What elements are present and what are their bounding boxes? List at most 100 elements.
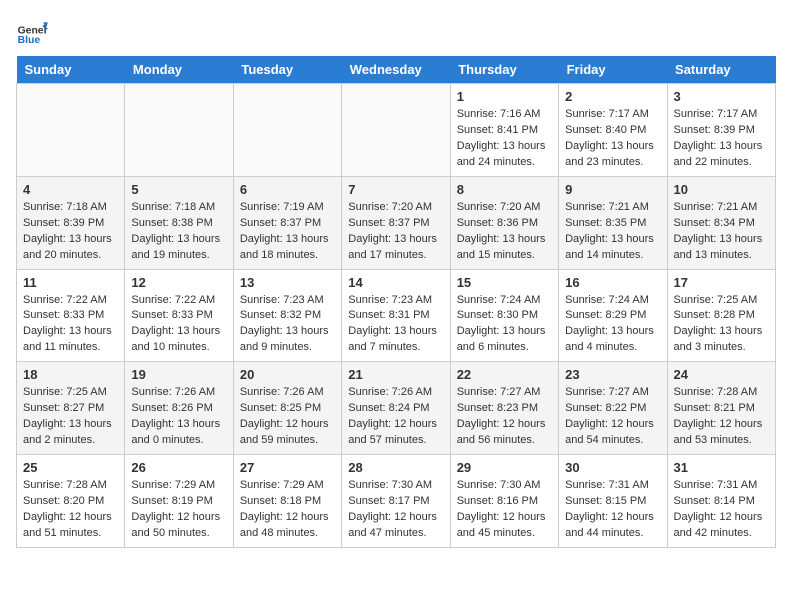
calendar-day-cell: 13Sunrise: 7:23 AM Sunset: 8:32 PM Dayli… <box>233 269 341 362</box>
calendar-day-cell: 24 Sunrise: 7:28 AM Sunset: 8:21 PM Dayli… <box>667 362 775 455</box>
svg-text:Blue: Blue <box>18 35 41 46</box>
day-number: 6 <box>240 182 335 197</box>
calendar-day-cell: 1Sunrise: 7:16 AM Sunset: 8:41 PM Daylig… <box>450 84 558 177</box>
day-info: Sunrise: 7:17 AM Sunset: 8:40 PM Dayligh… <box>565 107 660 171</box>
calendar-day-cell: 8 Sunrise: 7:20 AM Sunset: 8:36 PM Daylig… <box>450 176 558 269</box>
calendar-day-cell: 19 Sunrise: 7:26 AM Sunset: 8:26 PM Dayli… <box>125 362 233 455</box>
day-info: Sunrise: 7:28 AM Sunset: 8:20 PM Dayligh… <box>23 478 118 542</box>
day-info: Sunrise: 7:26 AM Sunset: 8:24 PM Dayligh… <box>348 385 443 449</box>
day-info: Sunrise: 7:17 AM Sunset: 8:39 PM Dayligh… <box>674 107 769 171</box>
day-number: 26 <box>131 460 226 475</box>
day-number: 2 <box>565 89 660 104</box>
day-number: 5 <box>131 182 226 197</box>
day-info: Sunrise: 7:25 AM Sunset: 8:28 PM Dayligh… <box>674 293 769 357</box>
day-info: Sunrise: 7:31 AM Sunset: 8:15 PM Dayligh… <box>565 478 660 542</box>
day-number: 28 <box>348 460 443 475</box>
column-header-friday: Friday <box>559 56 667 84</box>
day-number: 7 <box>348 182 443 197</box>
day-info: Sunrise: 7:18 AM Sunset: 8:38 PM Dayligh… <box>131 200 226 264</box>
page-header: General Blue <box>16 16 776 48</box>
day-info: Sunrise: 7:19 AM Sunset: 8:37 PM Dayligh… <box>240 200 335 264</box>
calendar-day-cell <box>125 84 233 177</box>
calendar-day-cell: 11 Sunrise: 7:22 AM Sunset: 8:33 PM Dayli… <box>17 269 125 362</box>
day-number: 21 <box>348 367 443 382</box>
calendar-day-cell: 2 Sunrise: 7:17 AM Sunset: 8:40 PM Daylig… <box>559 84 667 177</box>
day-number: 18 <box>23 367 118 382</box>
calendar-day-cell <box>233 84 341 177</box>
calendar-day-cell: 29 Sunrise: 7:30 AM Sunset: 8:16 PM Dayli… <box>450 455 558 548</box>
day-info: Sunrise: 7:27 AM Sunset: 8:22 PM Dayligh… <box>565 385 660 449</box>
calendar-day-cell: 30 Sunrise: 7:31 AM Sunset: 8:15 PM Dayli… <box>559 455 667 548</box>
day-number: 29 <box>457 460 552 475</box>
day-number: 24 <box>674 367 769 382</box>
day-info: Sunrise: 7:20 AM Sunset: 8:37 PM Dayligh… <box>348 200 443 264</box>
calendar-day-cell: 26 Sunrise: 7:29 AM Sunset: 8:19 PM Dayli… <box>125 455 233 548</box>
calendar-day-cell: 4Sunrise: 7:18 AM Sunset: 8:39 PM Daylig… <box>17 176 125 269</box>
calendar-day-cell: 9Sunrise: 7:21 AM Sunset: 8:35 PM Daylig… <box>559 176 667 269</box>
calendar-day-cell <box>17 84 125 177</box>
day-info: Sunrise: 7:18 AM Sunset: 8:39 PM Dayligh… <box>23 200 118 264</box>
day-number: 27 <box>240 460 335 475</box>
day-number: 20 <box>240 367 335 382</box>
calendar-header-row: SundayMondayTuesdayWednesdayThursdayFrid… <box>17 56 776 84</box>
column-header-monday: Monday <box>125 56 233 84</box>
day-number: 17 <box>674 275 769 290</box>
logo: General Blue <box>16 16 52 48</box>
calendar-day-cell: 22 Sunrise: 7:27 AM Sunset: 8:23 PM Dayli… <box>450 362 558 455</box>
column-header-saturday: Saturday <box>667 56 775 84</box>
day-info: Sunrise: 7:20 AM Sunset: 8:36 PM Dayligh… <box>457 200 552 264</box>
calendar-week-row: 18Sunrise: 7:25 AM Sunset: 8:27 PM Dayli… <box>17 362 776 455</box>
calendar-day-cell: 6 Sunrise: 7:19 AM Sunset: 8:37 PM Daylig… <box>233 176 341 269</box>
day-number: 1 <box>457 89 552 104</box>
day-number: 15 <box>457 275 552 290</box>
day-number: 22 <box>457 367 552 382</box>
column-header-sunday: Sunday <box>17 56 125 84</box>
day-info: Sunrise: 7:29 AM Sunset: 8:18 PM Dayligh… <box>240 478 335 542</box>
day-number: 14 <box>348 275 443 290</box>
day-info: Sunrise: 7:23 AM Sunset: 8:32 PM Dayligh… <box>240 293 335 357</box>
day-number: 16 <box>565 275 660 290</box>
day-info: Sunrise: 7:29 AM Sunset: 8:19 PM Dayligh… <box>131 478 226 542</box>
calendar-day-cell: 31Sunrise: 7:31 AM Sunset: 8:14 PM Dayli… <box>667 455 775 548</box>
calendar-day-cell: 27 Sunrise: 7:29 AM Sunset: 8:18 PM Dayli… <box>233 455 341 548</box>
column-header-tuesday: Tuesday <box>233 56 341 84</box>
calendar-week-row: 25 Sunrise: 7:28 AM Sunset: 8:20 PM Dayli… <box>17 455 776 548</box>
calendar-day-cell: 7 Sunrise: 7:20 AM Sunset: 8:37 PM Daylig… <box>342 176 450 269</box>
day-info: Sunrise: 7:30 AM Sunset: 8:16 PM Dayligh… <box>457 478 552 542</box>
day-number: 11 <box>23 275 118 290</box>
day-number: 8 <box>457 182 552 197</box>
day-info: Sunrise: 7:26 AM Sunset: 8:26 PM Dayligh… <box>131 385 226 449</box>
day-number: 9 <box>565 182 660 197</box>
calendar-day-cell: 3 Sunrise: 7:17 AM Sunset: 8:39 PM Daylig… <box>667 84 775 177</box>
calendar-day-cell: 5 Sunrise: 7:18 AM Sunset: 8:38 PM Daylig… <box>125 176 233 269</box>
calendar-day-cell: 21 Sunrise: 7:26 AM Sunset: 8:24 PM Dayli… <box>342 362 450 455</box>
calendar-week-row: 4Sunrise: 7:18 AM Sunset: 8:39 PM Daylig… <box>17 176 776 269</box>
day-info: Sunrise: 7:22 AM Sunset: 8:33 PM Dayligh… <box>23 293 118 357</box>
logo-icon: General Blue <box>16 16 48 48</box>
calendar-table: SundayMondayTuesdayWednesdayThursdayFrid… <box>16 56 776 548</box>
day-number: 23 <box>565 367 660 382</box>
day-number: 19 <box>131 367 226 382</box>
day-number: 3 <box>674 89 769 104</box>
calendar-day-cell: 15 Sunrise: 7:24 AM Sunset: 8:30 PM Dayli… <box>450 269 558 362</box>
calendar-day-cell: 23 Sunrise: 7:27 AM Sunset: 8:22 PM Dayli… <box>559 362 667 455</box>
day-info: Sunrise: 7:21 AM Sunset: 8:34 PM Dayligh… <box>674 200 769 264</box>
day-info: Sunrise: 7:27 AM Sunset: 8:23 PM Dayligh… <box>457 385 552 449</box>
calendar-week-row: 1Sunrise: 7:16 AM Sunset: 8:41 PM Daylig… <box>17 84 776 177</box>
calendar-day-cell: 12Sunrise: 7:22 AM Sunset: 8:33 PM Dayli… <box>125 269 233 362</box>
calendar-day-cell: 10 Sunrise: 7:21 AM Sunset: 8:34 PM Dayli… <box>667 176 775 269</box>
day-info: Sunrise: 7:24 AM Sunset: 8:30 PM Dayligh… <box>457 293 552 357</box>
day-number: 10 <box>674 182 769 197</box>
calendar-day-cell: 28 Sunrise: 7:30 AM Sunset: 8:17 PM Dayli… <box>342 455 450 548</box>
calendar-day-cell: 20 Sunrise: 7:26 AM Sunset: 8:25 PM Dayli… <box>233 362 341 455</box>
day-info: Sunrise: 7:30 AM Sunset: 8:17 PM Dayligh… <box>348 478 443 542</box>
day-info: Sunrise: 7:24 AM Sunset: 8:29 PM Dayligh… <box>565 293 660 357</box>
calendar-day-cell: 17 Sunrise: 7:25 AM Sunset: 8:28 PM Dayli… <box>667 269 775 362</box>
day-number: 30 <box>565 460 660 475</box>
day-number: 25 <box>23 460 118 475</box>
day-info: Sunrise: 7:28 AM Sunset: 8:21 PM Dayligh… <box>674 385 769 449</box>
day-info: Sunrise: 7:26 AM Sunset: 8:25 PM Dayligh… <box>240 385 335 449</box>
day-info: Sunrise: 7:22 AM Sunset: 8:33 PM Dayligh… <box>131 293 226 357</box>
column-header-thursday: Thursday <box>450 56 558 84</box>
calendar-day-cell: 16 Sunrise: 7:24 AM Sunset: 8:29 PM Dayli… <box>559 269 667 362</box>
